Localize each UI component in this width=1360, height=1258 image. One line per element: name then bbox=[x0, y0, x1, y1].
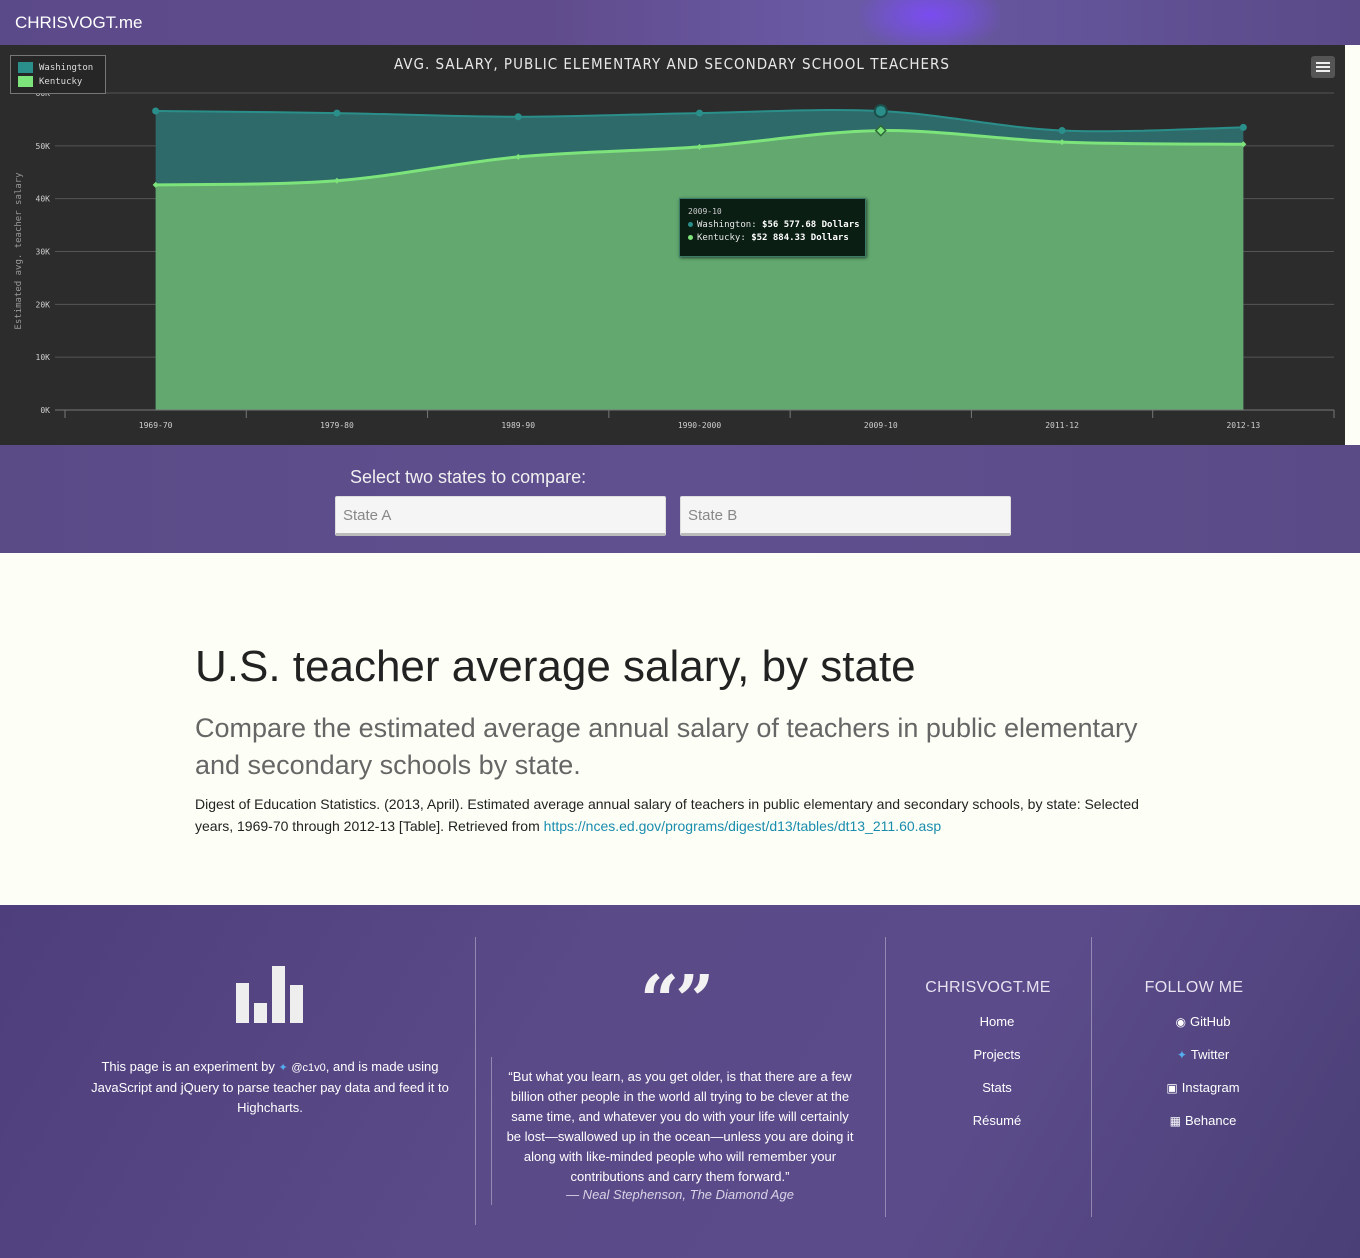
instagram-icon: ▣ bbox=[1166, 1081, 1178, 1095]
tooltip-row-washington: Washington: $56 577.68 Dollars bbox=[688, 220, 860, 230]
about-text: This page is an experiment by ✦ @c1v0, a… bbox=[85, 1057, 455, 1118]
navbar-glow bbox=[860, 0, 1000, 50]
y-tick-label: 40K bbox=[36, 195, 51, 204]
x-tick-label: 2012-13 bbox=[1226, 421, 1260, 430]
chart-legend: Washington Kentucky bbox=[10, 55, 106, 94]
follow-github-label: GitHub bbox=[1190, 1014, 1231, 1029]
point-washington bbox=[1058, 127, 1066, 135]
intro-content: U.S. teacher average salary, by state Co… bbox=[0, 553, 1360, 905]
chart-canvas: AVG. SALARY, PUBLIC ELEMENTARY AND SECON… bbox=[14, 55, 1335, 430]
follow-behance[interactable]: ▦ Behance bbox=[1140, 1113, 1266, 1146]
x-tick-label: 1969-70 bbox=[139, 421, 173, 430]
x-tick-label: 1989-90 bbox=[501, 421, 535, 430]
behance-icon: ▦ bbox=[1169, 1114, 1181, 1128]
footer-divider bbox=[1091, 937, 1092, 1217]
footer-divider bbox=[475, 937, 476, 1225]
chart-tooltip: 2009-10 Washington: $56 577.68 Dollars K… bbox=[679, 198, 866, 257]
y-tick-label: 0K bbox=[40, 406, 50, 415]
state-select-section: Select two states to compare: bbox=[0, 445, 1360, 553]
y-tick-label: 10K bbox=[36, 353, 51, 362]
brand-link[interactable]: CHRISVOGT.me bbox=[15, 13, 143, 33]
salary-chart: AVG. SALARY, PUBLIC ELEMENTARY AND SECON… bbox=[0, 45, 1345, 445]
footer-link-stats[interactable]: Stats bbox=[940, 1080, 1054, 1113]
follow-twitter[interactable]: ✦ Twitter bbox=[1140, 1047, 1266, 1080]
chart-menu-button[interactable] bbox=[1311, 56, 1335, 78]
select-label: Select two states to compare: bbox=[350, 467, 587, 487]
point-washington bbox=[873, 104, 888, 119]
follow-behance-label: Behance bbox=[1185, 1113, 1237, 1128]
tooltip-value-washington: $56 577.68 Dollars bbox=[762, 220, 860, 230]
quote-text: “But what you learn, as you get older, i… bbox=[506, 1069, 854, 1184]
follow-links: ◉ GitHub ✦ Twitter ▣ Instagram ▦ Behance bbox=[1140, 1014, 1266, 1146]
x-tick-label: 2011-12 bbox=[1045, 421, 1079, 430]
chart-right-gutter bbox=[1345, 45, 1360, 445]
point-washington bbox=[152, 107, 160, 115]
legend-label-kentucky: Kentucky bbox=[39, 76, 83, 87]
footer-divider bbox=[885, 937, 886, 1217]
x-tick-label: 2009-10 bbox=[864, 421, 898, 430]
point-washington bbox=[514, 113, 522, 121]
follow-twitter-label: Twitter bbox=[1190, 1047, 1230, 1062]
follow-github[interactable]: ◉ GitHub bbox=[1140, 1014, 1266, 1047]
top-navbar: CHRISVOGT.me bbox=[0, 0, 1360, 50]
x-tick-label: 1990-2000 bbox=[678, 421, 722, 430]
footer-link-resume[interactable]: Résumé bbox=[940, 1113, 1054, 1146]
tooltip-name-washington: Washington bbox=[697, 220, 752, 230]
footer: This page is an experiment by ✦ @c1v0, a… bbox=[0, 905, 1360, 1258]
tooltip-name-kentucky: Kentucky bbox=[697, 233, 741, 243]
twitter-handle-link[interactable]: @c1v0 bbox=[291, 1062, 325, 1074]
github-icon: ◉ bbox=[1175, 1015, 1186, 1029]
twitter-icon: ✦ bbox=[1176, 1048, 1187, 1062]
point-washington bbox=[333, 109, 341, 117]
legend-swatch-kentucky bbox=[18, 76, 33, 87]
quote-mark-icon: “” bbox=[640, 961, 714, 1041]
tooltip-row-kentucky: Kentucky: $52 884.33 Dollars bbox=[688, 233, 857, 243]
state-a-input[interactable] bbox=[335, 496, 666, 536]
follow-instagram[interactable]: ▣ Instagram bbox=[1140, 1080, 1266, 1113]
twitter-icon: ✦ bbox=[278, 1062, 288, 1074]
y-axis-label: Estimated avg. teacher salary bbox=[14, 172, 24, 330]
quote-rule bbox=[491, 1057, 492, 1205]
footer-link-projects[interactable]: Projects bbox=[940, 1047, 1054, 1080]
about-prefix: This page is an experiment by bbox=[101, 1059, 279, 1074]
site-links: Home Projects Stats Résumé bbox=[940, 1014, 1054, 1146]
x-tick-label: 1979-80 bbox=[320, 421, 354, 430]
legend-label-washington: Washington bbox=[39, 62, 94, 73]
quote-citation: — Neal Stephenson, The Diamond Age bbox=[566, 1187, 794, 1202]
tooltip-dot-kentucky bbox=[688, 235, 693, 240]
citation-link[interactable]: https://nces.ed.gov/programs/digest/d13/… bbox=[544, 818, 941, 834]
point-washington bbox=[696, 109, 703, 117]
state-b-input[interactable] bbox=[680, 496, 1011, 536]
footer-link-home[interactable]: Home bbox=[940, 1014, 1054, 1047]
tooltip-dot-washington bbox=[688, 222, 693, 227]
legend-item-kentucky[interactable]: Kentucky bbox=[18, 76, 82, 87]
follow-instagram-label: Instagram bbox=[1181, 1080, 1240, 1095]
citation: Digest of Education Statistics. (2013, A… bbox=[195, 793, 1165, 837]
legend-item-washington[interactable]: Washington bbox=[18, 62, 93, 73]
y-tick-label: 30K bbox=[36, 248, 51, 257]
page-subtitle: Compare the estimated average annual sal… bbox=[195, 713, 1138, 780]
y-tick-label: 20K bbox=[36, 300, 51, 309]
follow-column-title: FOLLOW ME bbox=[1144, 979, 1244, 996]
chart-title: AVG. SALARY, PUBLIC ELEMENTARY AND SECON… bbox=[394, 55, 950, 73]
legend-swatch-washington bbox=[18, 62, 33, 73]
bar-chart-icon bbox=[236, 966, 303, 1023]
page-title: U.S. teacher average salary, by state bbox=[195, 642, 916, 691]
point-washington bbox=[1239, 123, 1247, 131]
site-column-title: CHRISVOGT.ME bbox=[925, 979, 1051, 996]
tooltip-value-kentucky: $52 884.33 Dollars bbox=[751, 233, 849, 243]
y-tick-label: 50K bbox=[36, 142, 51, 151]
tooltip-category: 2009-10 bbox=[688, 207, 722, 216]
